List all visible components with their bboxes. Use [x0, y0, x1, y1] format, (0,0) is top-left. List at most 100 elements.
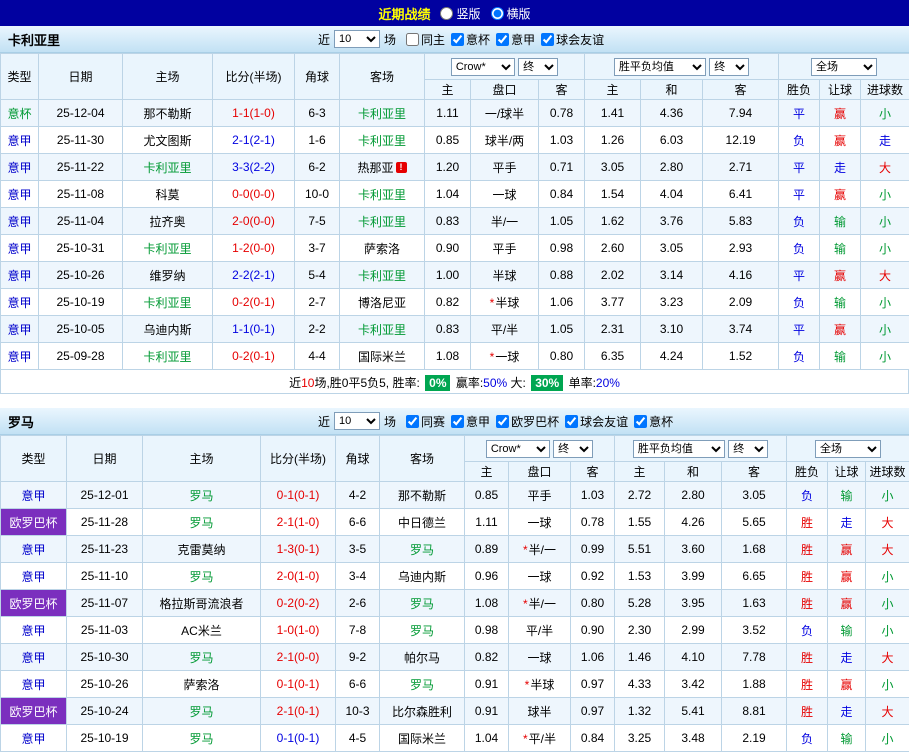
league-cell: 意甲 [1, 617, 67, 644]
col-goals: 进球数 [861, 80, 909, 100]
match-row: 意甲25-10-05乌迪内斯1-1(0-1)2-2卡利亚里0.83平/半1.05… [1, 316, 909, 343]
filter-club-friendly[interactable]: 球会友谊 [541, 31, 604, 48]
away-team-cell[interactable]: 中日德兰 [380, 509, 465, 536]
filter-checkbox[interactable] [565, 415, 578, 428]
away-team-cell[interactable]: 国际米兰 [340, 343, 425, 370]
home-team-cell[interactable]: 尤文图斯 [123, 127, 213, 154]
home-team-cell[interactable]: 卡利亚里 [123, 235, 213, 262]
away-team-cell[interactable]: 罗马 [380, 590, 465, 617]
away-team-cell[interactable]: 卡利亚里 [340, 100, 425, 127]
layout-radio-horizontal[interactable]: 横版 [491, 5, 531, 22]
avg-final-select[interactable]: 终 [728, 440, 768, 458]
away-team-cell[interactable]: 那不勒斯 [380, 482, 465, 509]
filter-checkbox[interactable] [541, 33, 554, 46]
filter-serie-a[interactable]: 意甲 [496, 31, 535, 48]
filter-coppa-italia[interactable]: 意杯 [634, 413, 673, 430]
home-team-cell[interactable]: 克雷莫纳 [143, 536, 261, 563]
home-team-cell[interactable]: 卡利亚里 [123, 289, 213, 316]
filter-checkbox[interactable] [496, 33, 509, 46]
home-team-cell[interactable]: 科莫 [123, 181, 213, 208]
score-cell: 0-2(0-2) [261, 590, 336, 617]
avg-group-header: 胜平负均值 终 [615, 436, 787, 462]
league-cell: 意甲 [1, 235, 39, 262]
col-avg-home: 主 [615, 462, 665, 482]
odds-final-select[interactable]: 终 [553, 440, 593, 458]
col-date: 日期 [39, 54, 123, 100]
away-team-cell[interactable]: 乌迪内斯 [380, 563, 465, 590]
date-cell: 25-11-30 [39, 127, 123, 154]
odds-source-select[interactable]: Crow* [451, 58, 515, 76]
avg-odds-select[interactable]: 胜平负均值 [633, 440, 725, 458]
avg-home-cell: 2.31 [585, 316, 641, 343]
away-team-cell[interactable]: 卡利亚里 [340, 127, 425, 154]
home-team-cell[interactable]: 卡利亚里 [123, 343, 213, 370]
corner-cell: 2-7 [295, 289, 340, 316]
away-team-cell[interactable]: 国际米兰 [380, 725, 465, 752]
avg-final-select[interactable]: 终 [709, 58, 749, 76]
filter-same-competition[interactable]: 同赛 [406, 413, 445, 430]
away-team-cell[interactable]: 罗马 [380, 671, 465, 698]
score-cell: 1-2(0-0) [213, 235, 295, 262]
filter-same-venue[interactable]: 同主 [406, 31, 445, 48]
home-team-cell[interactable]: 罗马 [143, 509, 261, 536]
avg-away-cell: 5.65 [722, 509, 787, 536]
away-team-cell[interactable]: 帕尔马 [380, 644, 465, 671]
league-cell: 意甲 [1, 343, 39, 370]
home-team-cell[interactable]: AC米兰 [143, 617, 261, 644]
filter-checkbox[interactable] [496, 415, 509, 428]
match-row: 欧罗巴杯25-11-07格拉斯哥流浪者0-2(0-2)2-6罗马1.08*半/一… [1, 590, 909, 617]
home-team-cell[interactable]: 罗马 [143, 644, 261, 671]
home-team-cell[interactable]: 那不勒斯 [123, 100, 213, 127]
scope-select[interactable]: 全场 [811, 58, 877, 76]
avg-home-cell: 1.46 [615, 644, 665, 671]
odds-source-select[interactable]: Crow* [486, 440, 550, 458]
match-row: 意甲25-11-22卡利亚里3-3(2-2)6-2热那亚!1.20平手0.713… [1, 154, 909, 181]
home-team-cell[interactable]: 萨索洛 [143, 671, 261, 698]
match-row: 意甲25-10-30罗马2-1(0-0)9-2帕尔马0.82一球1.061.46… [1, 644, 909, 671]
away-team-cell[interactable]: 卡利亚里 [340, 316, 425, 343]
filter-label: 意杯 [649, 413, 673, 430]
odds-home-cell: 1.08 [425, 343, 471, 370]
home-team-cell[interactable]: 拉齐奥 [123, 208, 213, 235]
match-count-select[interactable]: 10 [334, 412, 380, 430]
avg-odds-select[interactable]: 胜平负均值 [614, 58, 706, 76]
filter-checkbox[interactable] [451, 33, 464, 46]
handicap-cell: 一/球半 [471, 100, 539, 127]
filter-coppa-italia[interactable]: 意杯 [451, 31, 490, 48]
away-team-cell[interactable]: 热那亚! [340, 154, 425, 181]
away-team-cell[interactable]: 卡利亚里 [340, 208, 425, 235]
filter-club-friendly[interactable]: 球会友谊 [565, 413, 628, 430]
home-team-cell[interactable]: 罗马 [143, 725, 261, 752]
away-team-cell[interactable]: 卡利亚里 [340, 262, 425, 289]
horizontal-radio-input[interactable] [491, 7, 504, 20]
home-team-cell[interactable]: 罗马 [143, 482, 261, 509]
away-team-cell[interactable]: 罗马 [380, 536, 465, 563]
filter-checkbox[interactable] [406, 415, 419, 428]
home-team-cell[interactable]: 格拉斯哥流浪者 [143, 590, 261, 617]
filter-checkbox[interactable] [634, 415, 647, 428]
summary-count: 10 [301, 376, 314, 390]
layout-radio-vertical[interactable]: 竖版 [440, 5, 480, 22]
home-team-cell[interactable]: 维罗纳 [123, 262, 213, 289]
away-team-cell[interactable]: 比尔森胜利 [380, 698, 465, 725]
filter-europa-league[interactable]: 欧罗巴杯 [496, 413, 559, 430]
avg-home-cell: 1.26 [585, 127, 641, 154]
home-team-cell[interactable]: 罗马 [143, 563, 261, 590]
handicap-cell: 平手 [509, 482, 571, 509]
away-team-cell[interactable]: 萨索洛 [340, 235, 425, 262]
home-team-cell[interactable]: 罗马 [143, 698, 261, 725]
handicap-cell: 一球 [509, 563, 571, 590]
home-team-cell[interactable]: 乌迪内斯 [123, 316, 213, 343]
away-team-cell[interactable]: 卡利亚里 [340, 181, 425, 208]
vertical-radio-input[interactable] [440, 7, 453, 20]
home-team-cell[interactable]: 卡利亚里 [123, 154, 213, 181]
away-team-cell[interactable]: 博洛尼亚 [340, 289, 425, 316]
filter-checkbox[interactable] [451, 415, 464, 428]
filter-serie-a[interactable]: 意甲 [451, 413, 490, 430]
scope-select[interactable]: 全场 [815, 440, 881, 458]
match-count-select[interactable]: 10 [334, 30, 380, 48]
away-team-cell[interactable]: 罗马 [380, 617, 465, 644]
match-row: 意甲25-11-08科莫0-0(0-0)10-0卡利亚里1.04一球0.841.… [1, 181, 909, 208]
filter-checkbox[interactable] [406, 33, 419, 46]
odds-final-select[interactable]: 终 [518, 58, 558, 76]
